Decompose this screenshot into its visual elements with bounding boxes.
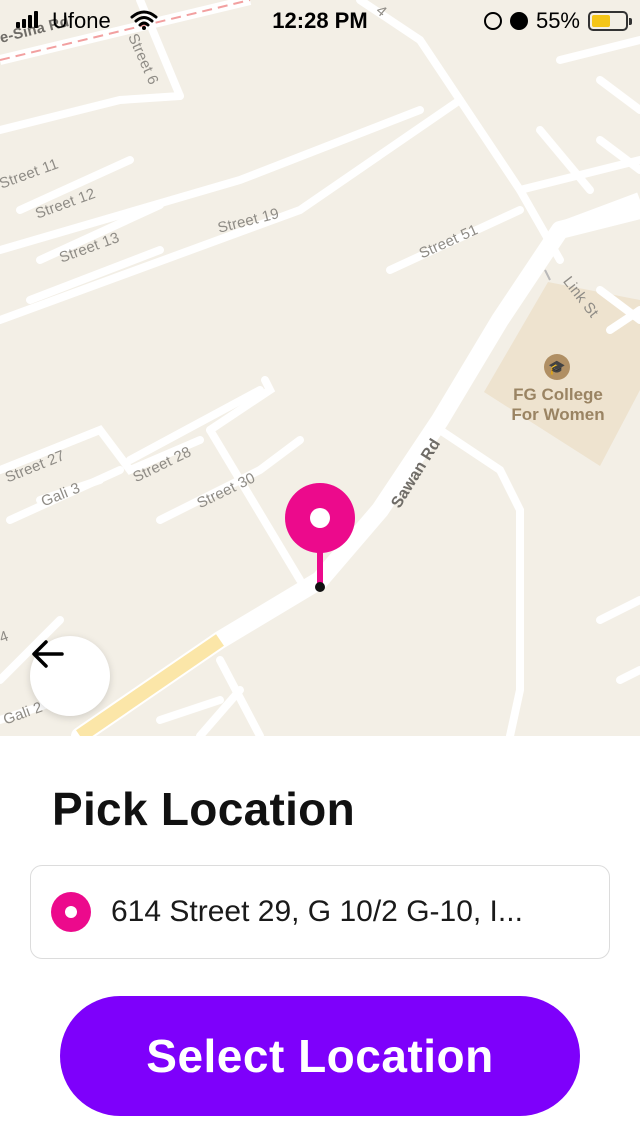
orientation-lock-icon: [483, 12, 502, 30]
map-view[interactable]: e-Sina Rd Street 6 4 Street 11 Street 12…: [0, 0, 640, 736]
poi-label[interactable]: FG College For Women: [488, 385, 628, 425]
status-right: 55%: [483, 8, 632, 34]
alarm-icon: [509, 12, 528, 30]
select-location-button[interactable]: Select Location: [60, 996, 580, 1116]
poi-name-line1: FG College: [513, 385, 603, 404]
address-field[interactable]: 614 Street 29, G 10/2 G-10, I...: [30, 865, 610, 959]
battery-icon: [588, 11, 632, 31]
back-button[interactable]: [30, 636, 110, 716]
address-text: 614 Street 29, G 10/2 G-10, I...: [111, 895, 523, 928]
page-title: Pick Location: [52, 783, 355, 835]
graduation-cap-icon: 🎓: [544, 354, 570, 380]
battery-percent: 55%: [535, 8, 580, 33]
poi-name-line2: For Women: [511, 405, 605, 424]
arrow-left-icon: [32, 640, 64, 668]
status-bar: Ufone 12:28 PM 55%: [0, 0, 640, 40]
location-dot-icon: [51, 892, 91, 932]
location-pin-icon[interactable]: [285, 483, 355, 593]
